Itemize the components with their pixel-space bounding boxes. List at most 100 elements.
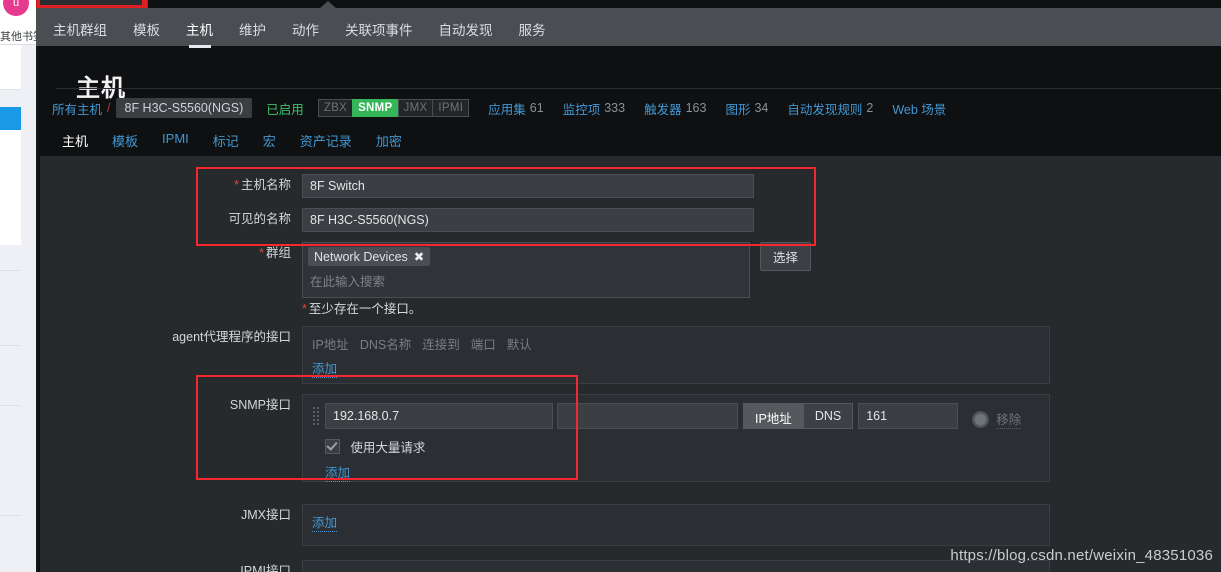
browser-chrome-strip: u 其他书签 <box>0 0 36 572</box>
drag-handle-icon[interactable] <box>312 406 320 426</box>
label-text: SNMP接口 <box>229 398 291 412</box>
count-discovery-rules: 2 <box>866 101 874 115</box>
badge-snmp[interactable]: SNMP <box>352 99 398 117</box>
link-triggers[interactable]: 触发器 <box>644 99 682 118</box>
breadcrumb-all-hosts[interactable]: 所有主机 <box>52 99 102 118</box>
field-snmp-interface: IP地址 DNS 移除 使用大量请求 添加 <box>302 394 1050 482</box>
label-snmp-interface: SNMP接口 <box>40 394 302 413</box>
panel-divider-4 <box>0 515 21 516</box>
tab-macros[interactable]: 宏 <box>251 126 288 159</box>
snmp-add-wrap: 添加 <box>312 456 1040 482</box>
tab-label: IPMI <box>162 131 189 146</box>
label-visible-name: 可见的名称 <box>40 208 302 227</box>
nav-label: 主机 <box>186 23 213 38</box>
badge-jmx[interactable]: JMX <box>397 99 433 117</box>
default-interface-radio[interactable] <box>972 410 990 428</box>
link-web-scenarios[interactable]: Web 场景 <box>892 99 946 118</box>
nav-item-services[interactable]: 服务 <box>506 8 559 51</box>
col-connect: 连接到 <box>422 338 460 352</box>
snmp-interface-box: IP地址 DNS 移除 使用大量请求 添加 <box>302 394 1050 482</box>
groups-multiselect[interactable]: Network Devices ✖ 在此输入搜索 <box>302 242 750 298</box>
agent-interface-add-link[interactable]: 添加 <box>312 362 338 378</box>
tab-label: 资产记录 <box>299 134 352 149</box>
label-text: 群组 <box>265 246 291 260</box>
nav-item-hosts[interactable]: 主机 <box>173 8 226 51</box>
field-row-host-name: * 主机名称 <box>40 174 754 198</box>
agent-interface-box: IP地址 DNS名称 连接到 端口 默认 添加 <box>302 326 1050 384</box>
breadcrumb-host[interactable]: 8F H3C-S5560(NGS) <box>115 98 253 118</box>
field-row-ipmi-interface: IPMI接口 添加 <box>40 560 1050 572</box>
tab-inventory[interactable]: 资产记录 <box>288 126 364 159</box>
field-host-name <box>302 174 754 198</box>
snmp-bulk-row: 使用大量请求 <box>312 429 1040 456</box>
groups-search-placeholder[interactable]: 在此输入搜索 <box>308 266 744 292</box>
nav-item-templates[interactable]: 模板 <box>120 8 173 51</box>
tab-ipmi[interactable]: IPMI <box>150 126 201 159</box>
host-status-enabled[interactable]: 已启用 <box>266 99 304 118</box>
nav-label: 关联项事件 <box>345 23 413 38</box>
tab-host[interactable]: 主机 <box>50 126 100 159</box>
link-items[interactable]: 监控项 <box>563 99 601 118</box>
field-row-agent-interface: agent代理程序的接口 IP地址 DNS名称 连接到 端口 默认 添加 <box>40 326 1050 384</box>
label-text: IPMI接口 <box>240 564 291 572</box>
note-text: 至少存在一个接口。 <box>308 302 422 316</box>
field-visible-name <box>302 208 754 232</box>
snmp-dns-input[interactable] <box>557 403 738 429</box>
count-triggers: 163 <box>685 101 707 115</box>
panel-divider-3 <box>0 405 21 406</box>
nav-item-actions[interactable]: 动作 <box>279 8 332 51</box>
nav-item-host-groups[interactable]: 主机群组 <box>40 8 120 51</box>
breadcrumb: 所有主机 / 8F H3C-S5560(NGS) 已启用 ZBX SNMP JM… <box>52 98 946 118</box>
group-chip-network-devices[interactable]: Network Devices ✖ <box>308 247 431 266</box>
label-text: 主机名称 <box>240 178 291 192</box>
field-row-jmx-interface: JMX接口 添加 <box>40 504 1050 546</box>
count-applications: 61 <box>529 101 544 115</box>
host-name-input[interactable] <box>302 174 754 198</box>
breadcrumb-separator: / <box>107 101 111 115</box>
chip-remove-icon[interactable]: ✖ <box>414 250 424 264</box>
nav-item-correlation[interactable]: 关联项事件 <box>332 8 426 51</box>
nav-item-maintenance[interactable]: 维护 <box>226 8 279 51</box>
label-text: agent代理程序的接口 <box>172 330 291 344</box>
required-asterisk: * <box>234 178 239 192</box>
red-banner-inner <box>40 0 142 5</box>
badge-zbx[interactable]: ZBX <box>317 99 353 117</box>
snmp-connect-to-toggle: IP地址 DNS <box>743 403 854 429</box>
field-row-groups: * 群组 Network Devices ✖ 在此输入搜索 选择 <box>40 242 812 298</box>
visible-name-input[interactable] <box>302 208 754 232</box>
select-groups-button[interactable]: 选择 <box>760 242 812 271</box>
jmx-interface-add-link[interactable]: 添加 <box>312 516 338 532</box>
tab-tags[interactable]: 标记 <box>201 126 251 159</box>
jmx-interface-box: 添加 <box>302 504 1050 546</box>
snmp-port-input[interactable] <box>858 403 959 429</box>
nav-item-discovery[interactable]: 自动发现 <box>426 8 506 51</box>
bookmark-other-label[interactable]: 其他书签 <box>0 28 36 44</box>
badge-ipmi[interactable]: IPMI <box>432 99 470 117</box>
connect-to-ip-button[interactable]: IP地址 <box>743 403 804 429</box>
use-bulk-requests-checkbox[interactable] <box>325 439 340 454</box>
link-graphs[interactable]: 图形 <box>725 99 750 118</box>
chip-label: Network Devices <box>314 250 408 264</box>
form-tab-list: 主机 模板 IPMI 标记 宏 资产记录 加密 <box>50 126 414 159</box>
app-left-gutter <box>36 0 38 572</box>
snmp-remove-link[interactable]: 移除 <box>996 409 1022 429</box>
avatar[interactable]: u <box>3 0 29 16</box>
required-asterisk: * <box>259 246 264 260</box>
tab-encryption[interactable]: 加密 <box>364 126 414 159</box>
snmp-interface-add-link[interactable]: 添加 <box>325 466 351 482</box>
connect-to-dns-button[interactable]: DNS <box>803 403 854 429</box>
nav-label: 维护 <box>239 23 266 38</box>
form-tabs: 主机 模板 IPMI 标记 宏 资产记录 加密 <box>40 126 1221 159</box>
link-discovery-rules[interactable]: 自动发现规则 <box>787 99 862 118</box>
field-ipmi-interface: 添加 <box>302 560 1050 572</box>
link-applications[interactable]: 应用集 <box>488 99 526 118</box>
use-bulk-requests-label: 使用大量请求 <box>350 441 426 455</box>
agent-interface-columns: IP地址 DNS名称 连接到 端口 默认 <box>303 327 1049 356</box>
tab-templates[interactable]: 模板 <box>100 126 150 159</box>
field-row-visible-name: 可见的名称 <box>40 208 754 232</box>
col-dns: DNS名称 <box>359 338 412 352</box>
snmp-ip-input[interactable] <box>325 403 553 429</box>
tab-label: 主机 <box>62 134 89 149</box>
count-items: 333 <box>604 101 626 115</box>
title-divider <box>56 88 1221 89</box>
